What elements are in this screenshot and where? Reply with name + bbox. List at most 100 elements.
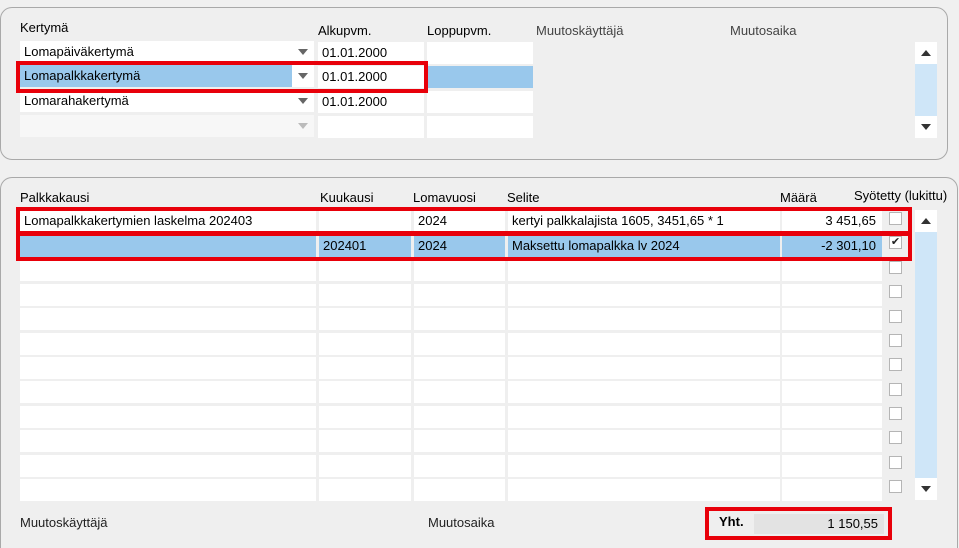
pay-period-cell[interactable] bbox=[20, 479, 316, 501]
holiday-year-cell[interactable] bbox=[414, 479, 505, 501]
end-date-field[interactable] bbox=[427, 42, 533, 64]
holiday-year-cell[interactable]: 2024 bbox=[414, 235, 505, 257]
holiday-year-cell[interactable] bbox=[414, 381, 505, 403]
amount-cell[interactable] bbox=[782, 479, 882, 501]
holiday-year-cell[interactable]: 2024 bbox=[414, 210, 505, 232]
start-date-field[interactable]: 01.01.2000 bbox=[318, 42, 424, 64]
month-cell[interactable] bbox=[319, 284, 411, 306]
month-cell[interactable] bbox=[319, 406, 411, 428]
description-cell[interactable] bbox=[508, 479, 780, 501]
accrual-type-combo[interactable]: Lomapäiväkertymä bbox=[20, 41, 314, 63]
amount-cell[interactable] bbox=[782, 357, 882, 379]
pay-period-cell[interactable]: Lomapalkkakertymien laskelma 202403 bbox=[20, 210, 316, 232]
description-cell[interactable] bbox=[508, 455, 780, 477]
holiday-year-cell[interactable] bbox=[414, 259, 505, 281]
month-cell[interactable] bbox=[319, 430, 411, 452]
holiday-year-cell[interactable] bbox=[414, 284, 505, 306]
month-cell[interactable]: 202401 bbox=[319, 235, 411, 257]
pay-period-cell[interactable] bbox=[20, 357, 316, 379]
entries-scrollbar[interactable] bbox=[915, 210, 937, 500]
locked-checkbox[interactable] bbox=[889, 480, 902, 493]
description-cell[interactable] bbox=[508, 357, 780, 379]
end-date-field[interactable] bbox=[427, 91, 533, 113]
description-cell[interactable] bbox=[508, 333, 780, 355]
holiday-year-cell[interactable] bbox=[414, 430, 505, 452]
amount-cell[interactable] bbox=[782, 308, 882, 330]
amount-cell[interactable] bbox=[782, 259, 882, 281]
end-date-field[interactable] bbox=[427, 116, 533, 138]
scroll-down-button[interactable] bbox=[915, 478, 937, 500]
locked-checkbox[interactable] bbox=[889, 383, 902, 396]
locked-checkbox[interactable] bbox=[889, 407, 902, 420]
description-cell[interactable]: Maksettu lomapalkka lv 2024 bbox=[508, 235, 780, 257]
dropdown-button[interactable] bbox=[292, 90, 314, 112]
month-cell[interactable] bbox=[319, 357, 411, 379]
chevron-down-icon bbox=[298, 49, 308, 55]
start-date-field[interactable]: 01.01.2000 bbox=[318, 66, 424, 88]
locked-checkbox[interactable] bbox=[889, 334, 902, 347]
start-date-value: 01.01.2000 bbox=[322, 94, 388, 109]
description-cell[interactable] bbox=[508, 259, 780, 281]
pay-period-cell[interactable] bbox=[20, 308, 316, 330]
pay-period-cell[interactable] bbox=[20, 381, 316, 403]
description-cell[interactable]: kertyi palkkalajista 1605, 3451,65 * 1 bbox=[508, 210, 780, 232]
dropdown-button[interactable] bbox=[292, 41, 314, 63]
locked-checkbox[interactable] bbox=[889, 431, 902, 444]
pay-period-cell[interactable] bbox=[20, 455, 316, 477]
locked-checkbox[interactable] bbox=[889, 456, 902, 469]
description-cell[interactable] bbox=[508, 406, 780, 428]
month-cell[interactable] bbox=[319, 381, 411, 403]
start-date-field[interactable] bbox=[318, 116, 424, 138]
start-date-value: 01.01.2000 bbox=[322, 69, 388, 84]
pay-period-cell[interactable] bbox=[20, 235, 316, 257]
holiday-year-cell[interactable] bbox=[414, 308, 505, 330]
start-date-field[interactable]: 01.01.2000 bbox=[318, 91, 424, 113]
amount-cell[interactable] bbox=[782, 333, 882, 355]
locked-checkbox[interactable] bbox=[889, 358, 902, 371]
locked-checkbox[interactable] bbox=[889, 285, 902, 298]
header-muutosaika: Muutosaika bbox=[730, 23, 797, 38]
accrual-type-combo[interactable] bbox=[20, 115, 314, 137]
accrual-type-combo[interactable]: Lomarahakertymä bbox=[20, 90, 314, 112]
pay-period-cell[interactable] bbox=[20, 259, 316, 281]
amount-cell[interactable] bbox=[782, 284, 882, 306]
dropdown-button[interactable] bbox=[292, 65, 314, 87]
dropdown-button[interactable] bbox=[292, 115, 314, 137]
pay-period-cell[interactable] bbox=[20, 333, 316, 355]
pay-period-cell[interactable] bbox=[20, 406, 316, 428]
locked-checkbox[interactable] bbox=[889, 310, 902, 323]
description-cell[interactable] bbox=[508, 381, 780, 403]
month-cell[interactable] bbox=[319, 308, 411, 330]
scroll-down-button[interactable] bbox=[915, 116, 937, 138]
holiday-year-cell[interactable] bbox=[414, 406, 505, 428]
accrual-type-combo[interactable]: Lomapalkkakertymä bbox=[20, 65, 314, 87]
month-cell[interactable] bbox=[319, 455, 411, 477]
month-cell[interactable] bbox=[319, 210, 411, 232]
month-cell[interactable] bbox=[319, 259, 411, 281]
footer-muutoskayttaja: Muutoskäyttäjä bbox=[20, 515, 108, 530]
locked-checkbox[interactable] bbox=[889, 261, 902, 274]
month-cell[interactable] bbox=[319, 333, 411, 355]
arrow-down-icon bbox=[921, 124, 931, 130]
description-cell[interactable] bbox=[508, 284, 780, 306]
amount-cell[interactable] bbox=[782, 430, 882, 452]
pay-period-cell[interactable] bbox=[20, 430, 316, 452]
locked-checkbox[interactable] bbox=[889, 212, 902, 225]
holiday-year-cell[interactable] bbox=[414, 333, 505, 355]
amount-cell[interactable]: 3 451,65 bbox=[782, 210, 882, 232]
description-cell[interactable] bbox=[508, 430, 780, 452]
month-cell[interactable] bbox=[319, 479, 411, 501]
total-label: Yht. bbox=[719, 514, 744, 529]
end-date-field[interactable] bbox=[427, 66, 533, 88]
amount-cell[interactable] bbox=[782, 406, 882, 428]
scroll-up-button[interactable] bbox=[915, 210, 937, 232]
amount-cell[interactable]: -2 301,10 bbox=[782, 235, 882, 257]
amount-cell[interactable] bbox=[782, 455, 882, 477]
scroll-up-button[interactable] bbox=[915, 42, 937, 64]
holiday-year-cell[interactable] bbox=[414, 357, 505, 379]
locked-checkbox[interactable]: ✔ bbox=[889, 236, 902, 249]
pay-period-cell[interactable] bbox=[20, 284, 316, 306]
holiday-year-cell[interactable] bbox=[414, 455, 505, 477]
description-cell[interactable] bbox=[508, 308, 780, 330]
amount-cell[interactable] bbox=[782, 381, 882, 403]
